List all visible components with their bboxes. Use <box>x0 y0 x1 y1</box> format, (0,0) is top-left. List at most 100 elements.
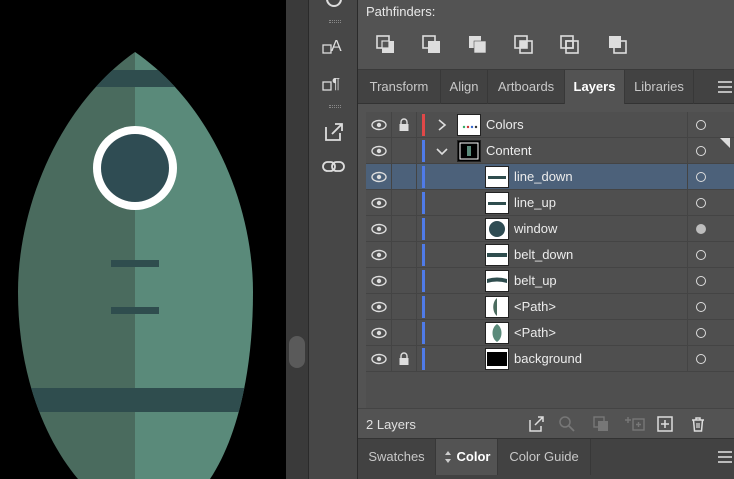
visibility-eye-icon[interactable] <box>371 327 387 339</box>
target-circle[interactable] <box>696 224 706 234</box>
locate-object-icon[interactable] <box>558 415 576 433</box>
layer-row[interactable]: Content <box>366 138 734 164</box>
sublayer-name[interactable]: window <box>514 221 557 236</box>
tab-layers[interactable]: Layers <box>565 70 625 104</box>
svg-text:¶: ¶ <box>332 75 340 92</box>
artboard-canvas[interactable] <box>0 0 286 479</box>
layers-list: Colors Content line_down line_up window … <box>366 112 734 408</box>
sublayer-thumbnail <box>485 348 509 370</box>
sublayer-row[interactable]: window <box>366 216 734 242</box>
export-asset-icon[interactable] <box>527 415 545 433</box>
layer-color-indicator <box>422 166 425 188</box>
sublayer-row[interactable]: <Path> <box>366 294 734 320</box>
chevron-right-icon[interactable] <box>436 118 448 132</box>
tab-libraries[interactable]: Libraries <box>625 70 694 104</box>
tab-swatches[interactable]: Swatches <box>358 439 436 475</box>
partial-tool-icon[interactable] <box>319 0 349 12</box>
sublayer-name[interactable]: line_down <box>514 169 573 184</box>
corner-selection-marker <box>720 138 730 148</box>
visibility-eye-icon[interactable] <box>371 223 387 235</box>
visibility-eye-icon[interactable] <box>371 171 387 183</box>
line-down-shape <box>111 307 159 314</box>
visibility-eye-icon[interactable] <box>371 275 387 287</box>
sublayer-name[interactable]: belt_up <box>514 273 557 288</box>
pathfinder-divide-icon[interactable] <box>375 34 397 56</box>
target-circle[interactable] <box>696 146 706 156</box>
sublayer-name[interactable]: line_up <box>514 195 556 210</box>
sublayer-row[interactable]: line_down <box>366 164 734 190</box>
panel-menu-icon[interactable] <box>718 81 732 93</box>
belt-down-shape <box>18 388 253 412</box>
visibility-eye-icon[interactable] <box>371 301 387 313</box>
canvas-scroll-track[interactable] <box>286 0 308 479</box>
layer-color-indicator <box>422 140 425 162</box>
tab-color[interactable]: Color <box>436 439 498 475</box>
target-circle[interactable] <box>696 328 706 338</box>
pathfinders-section: Pathfinders: <box>358 0 734 70</box>
pathfinder-trim-icon[interactable] <box>421 34 443 56</box>
sublayer-row[interactable]: belt_up <box>366 268 734 294</box>
layer-color-indicator <box>422 218 425 240</box>
panel-grip[interactable] <box>329 20 341 23</box>
visibility-eye-icon[interactable] <box>371 197 387 209</box>
layer-count: 2 Layers <box>366 417 416 432</box>
target-circle[interactable] <box>696 276 706 286</box>
sublayer-row[interactable]: line_up <box>366 190 734 216</box>
target-circle[interactable] <box>696 120 706 130</box>
target-circle[interactable] <box>696 302 706 312</box>
links-icon[interactable] <box>319 154 349 180</box>
sublayer-thumbnail <box>485 296 509 318</box>
bottom-panel-menu-icon[interactable] <box>718 451 732 463</box>
trash-icon[interactable] <box>689 415 707 433</box>
target-circle[interactable] <box>696 250 706 260</box>
pathfinder-minus-back-icon[interactable] <box>607 34 629 56</box>
layer-color-indicator <box>422 114 425 136</box>
layer-color-indicator <box>422 322 425 344</box>
layer-row[interactable]: Colors <box>366 112 734 138</box>
sublayer-row[interactable]: <Path> <box>366 320 734 346</box>
sublayer-name[interactable]: belt_down <box>514 247 573 262</box>
sublayer-thumbnail <box>485 192 509 214</box>
visibility-eye-icon[interactable] <box>371 249 387 261</box>
sublayer-name[interactable]: <Path> <box>514 299 556 314</box>
tab-color-guide[interactable]: Color Guide <box>498 439 591 475</box>
tab-transform[interactable]: Transform <box>358 70 441 104</box>
pathfinder-outline-icon[interactable] <box>559 34 581 56</box>
sublayer-name[interactable]: <Path> <box>514 325 556 340</box>
new-layer-icon[interactable] <box>656 415 674 433</box>
tab-color-label: Color <box>456 449 491 464</box>
paragraph-styles-icon[interactable]: ¶ <box>319 70 349 96</box>
new-sublayer-icon[interactable] <box>624 415 646 433</box>
sublayer-row[interactable]: belt_down <box>366 242 734 268</box>
bottom-panel-tabs: Swatches Color Color Guide <box>358 438 734 479</box>
layer-thumbnail <box>457 140 481 162</box>
visibility-eye-icon[interactable] <box>371 353 387 365</box>
layer-thumbnail <box>457 114 481 136</box>
character-styles-icon[interactable]: A <box>319 33 349 59</box>
tab-align[interactable]: Align <box>441 70 488 104</box>
panel-grip[interactable] <box>329 105 341 108</box>
rocket-artwork <box>18 52 253 479</box>
export-icon[interactable] <box>319 119 349 145</box>
visibility-eye-icon[interactable] <box>371 119 387 131</box>
sublayer-thumbnail <box>485 270 509 292</box>
lock-icon[interactable] <box>398 352 410 366</box>
layer-name[interactable]: Content <box>486 143 532 158</box>
target-circle[interactable] <box>696 172 706 182</box>
lock-icon[interactable] <box>398 118 410 132</box>
clipping-mask-icon[interactable] <box>592 415 610 433</box>
pathfinder-merge-icon[interactable] <box>467 34 489 56</box>
sublayer-row[interactable]: background <box>366 346 734 372</box>
visibility-eye-icon[interactable] <box>371 145 387 157</box>
tool-panel: A ¶ <box>308 0 358 479</box>
layer-name[interactable]: Colors <box>486 117 524 132</box>
tab-artboards[interactable]: Artboards <box>488 70 565 104</box>
target-circle[interactable] <box>696 354 706 364</box>
line-up-shape <box>111 260 159 267</box>
chevron-down-icon[interactable] <box>436 144 448 158</box>
target-circle[interactable] <box>696 198 706 208</box>
canvas-scroll-thumb[interactable] <box>289 336 305 368</box>
pathfinder-crop-icon[interactable] <box>513 34 535 56</box>
layers-footer: 2 Layers <box>358 408 734 438</box>
sublayer-name[interactable]: background <box>514 351 582 366</box>
